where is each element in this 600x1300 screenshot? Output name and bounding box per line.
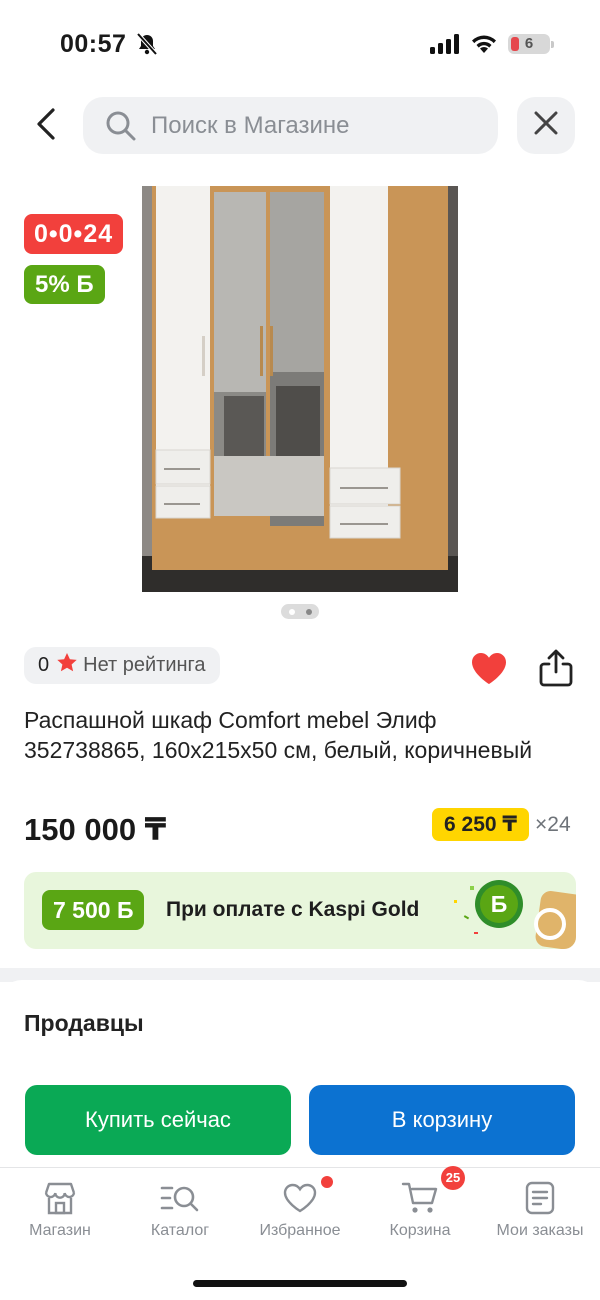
tab-label: Магазин bbox=[29, 1222, 91, 1239]
tab-shop[interactable]: Магазин bbox=[0, 1180, 120, 1240]
sellers-title: Продавцы bbox=[24, 1010, 144, 1036]
image-pagination[interactable] bbox=[281, 604, 319, 619]
bonus-badge: 5% Б bbox=[24, 265, 105, 304]
add-to-cart-button[interactable]: В корзину bbox=[309, 1085, 575, 1155]
home-indicator[interactable] bbox=[193, 1280, 407, 1287]
svg-text:Б: Б bbox=[491, 891, 508, 917]
back-arrow-icon bbox=[35, 107, 57, 146]
rating-text: Нет рейтинга bbox=[83, 654, 206, 676]
status-bar: 00:57 6 bbox=[0, 0, 600, 90]
cart-icon: 25 bbox=[401, 1166, 465, 1216]
close-button[interactable] bbox=[517, 97, 575, 154]
close-icon bbox=[533, 110, 559, 141]
notification-dot bbox=[321, 1176, 333, 1188]
tab-cart[interactable]: 25 Корзина bbox=[360, 1166, 480, 1240]
search-input[interactable] bbox=[151, 107, 481, 144]
gold-bonus-badge: 7 500 Б bbox=[42, 890, 145, 930]
kaspi-gold-banner[interactable]: 7 500 Б При оплате с Kaspi Gold Б bbox=[24, 872, 576, 949]
tab-orders[interactable]: Мои заказы bbox=[480, 1180, 600, 1240]
star-icon bbox=[57, 653, 77, 678]
tab-label: Каталог bbox=[150, 1222, 210, 1239]
orders-icon bbox=[525, 1180, 555, 1216]
product-price: 150 000 ₸ bbox=[24, 812, 167, 847]
share-icon bbox=[538, 649, 574, 692]
sellers-section bbox=[0, 980, 600, 1100]
kaspi-gold-card-icon: Б bbox=[446, 872, 576, 949]
heart-icon bbox=[470, 653, 508, 689]
battery-icon: 6 bbox=[508, 34, 554, 54]
tab-favorites[interactable]: Избранное bbox=[240, 1176, 360, 1240]
signal-icon bbox=[430, 34, 462, 59]
search-bar[interactable] bbox=[83, 97, 498, 154]
pagination-dot[interactable] bbox=[306, 609, 312, 615]
favorite-button[interactable] bbox=[470, 651, 508, 690]
status-time: 00:57 bbox=[60, 30, 127, 58]
shop-icon bbox=[42, 1180, 78, 1216]
share-button[interactable] bbox=[538, 648, 574, 693]
back-button[interactable] bbox=[28, 104, 64, 148]
search-icon bbox=[105, 110, 137, 147]
installment-badge[interactable]: 6 250 ₸ bbox=[432, 808, 529, 841]
bell-off-icon bbox=[136, 32, 158, 61]
cart-count-badge: 25 bbox=[441, 1166, 465, 1190]
tab-catalog[interactable]: Каталог bbox=[120, 1180, 240, 1240]
pagination-dot[interactable] bbox=[289, 609, 295, 615]
rating-pill[interactable]: 0 Нет рейтинга bbox=[24, 647, 220, 684]
buy-now-button[interactable]: Купить сейчас bbox=[25, 1085, 291, 1155]
catalog-icon bbox=[160, 1180, 200, 1216]
rating-count: 0 bbox=[38, 654, 50, 676]
countdown-badge: 0•0•24 bbox=[24, 214, 124, 254]
product-image[interactable] bbox=[142, 186, 458, 592]
gold-banner-text: При оплате с Kaspi Gold bbox=[166, 898, 420, 921]
heart-outline-icon bbox=[283, 1176, 333, 1216]
battery-level: 6 bbox=[524, 35, 534, 52]
wifi-icon bbox=[470, 33, 498, 60]
installment-months: ×24 bbox=[535, 813, 571, 836]
tab-label: Корзина bbox=[389, 1222, 451, 1239]
product-title: Распашной шкаф Comfort mebel Элиф 352738… bbox=[24, 707, 533, 763]
tab-label: Избранное bbox=[259, 1222, 341, 1239]
tab-label: Мои заказы bbox=[496, 1222, 584, 1239]
